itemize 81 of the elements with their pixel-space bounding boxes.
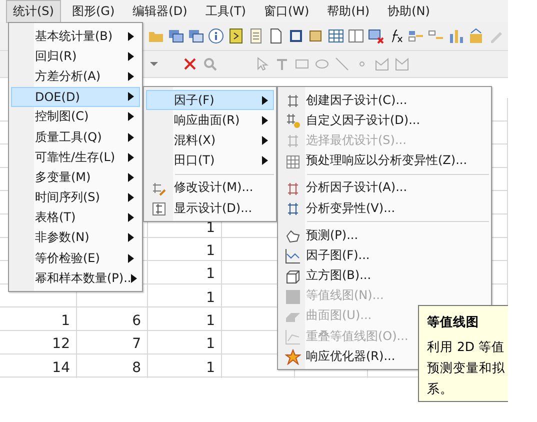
page-icon[interactable] <box>268 28 284 44</box>
tooltip-text: 利用 2D 等值 <box>427 339 506 356</box>
contour-icon <box>285 288 301 305</box>
cube-icon <box>285 268 301 284</box>
line-icon[interactable] <box>334 56 350 72</box>
menu-item[interactable]: 表格(T) <box>11 208 140 228</box>
menu-item[interactable]: 分析因子设计(A)... <box>280 178 412 198</box>
menu-item[interactable]: 编辑器(D) <box>126 0 194 22</box>
menu-item[interactable]: 立方图(B)... <box>280 266 376 286</box>
design-icon <box>285 93 301 109</box>
table-cell-text: 14 <box>51 358 71 378</box>
table-cell-text: 6 <box>131 312 142 331</box>
menu-item[interactable]: 修改设计(M)... <box>146 178 274 198</box>
menu-item[interactable]: 非参数(N) <box>11 228 140 248</box>
menu-item[interactable]: 统计(S) <box>6 0 61 22</box>
tooltip-text: 系。 <box>427 381 454 398</box>
menu-item[interactable]: 回归(R) <box>11 46 140 66</box>
menu-item[interactable]: 质量工具(Q) <box>11 126 140 148</box>
menu-item[interactable]: 响应曲面(R) <box>146 110 274 130</box>
worksheet-icon[interactable] <box>328 28 344 44</box>
text-tool-icon[interactable] <box>274 56 290 72</box>
table-cell-text: 1 <box>205 312 216 331</box>
menu-item[interactable]: 控制图(C) <box>11 106 140 127</box>
table-cell-text: 1 <box>205 242 216 262</box>
menu-item[interactable]: 田口(T) <box>146 150 274 171</box>
overlay-chart-icon <box>285 329 301 346</box>
menu-item[interactable]: 协助(N) <box>380 0 437 22</box>
close-windows-icon[interactable] <box>368 28 384 44</box>
bar-chart-icon[interactable] <box>448 28 464 44</box>
menu-item[interactable]: 图形(G) <box>64 0 122 22</box>
menu-item[interactable]: 时间序列(S) <box>11 188 140 208</box>
menu-item[interactable]: 分析变异性(V)... <box>280 198 400 218</box>
menu-item[interactable]: 工具(T) <box>198 0 253 22</box>
polygon-icon[interactable] <box>374 56 390 72</box>
menu-item[interactable]: 窗口(W) <box>256 0 316 22</box>
table-cell-text: 1 <box>205 288 216 308</box>
menu-item[interactable]: 基本统计量(B) <box>11 26 140 46</box>
menu-item[interactable]: 可靠性/生存(L) <box>11 147 140 168</box>
grid-icon <box>285 154 301 170</box>
table-cell-text: 1 <box>205 358 216 378</box>
table-cell-text: 1 <box>60 312 71 331</box>
menu-item[interactable]: 混料(X) <box>146 130 274 151</box>
frame-icon[interactable] <box>288 28 304 44</box>
table-cell-text: 1 <box>205 335 216 354</box>
table-cell-text: 12 <box>51 335 71 354</box>
line-chart-icon <box>285 248 301 264</box>
menu-item[interactable]: 创建因子设计(C)... <box>280 90 412 110</box>
menu-item[interactable]: 预测(P)... <box>280 225 364 246</box>
menu-item[interactable]: 帮助(H) <box>320 0 377 22</box>
polyline-icon[interactable] <box>394 56 410 72</box>
menu-item[interactable]: DOE(D) <box>11 86 140 107</box>
design-icon <box>285 180 301 197</box>
display-icon <box>151 200 167 217</box>
table-cell-text: 7 <box>131 335 142 354</box>
menu-item[interactable]: 响应优化器(R)... <box>280 346 400 366</box>
menu-item[interactable]: 显示设计(D)... <box>146 198 274 218</box>
prompt-icon[interactable] <box>228 28 244 44</box>
panel-icon[interactable] <box>348 28 364 44</box>
design-icon <box>285 113 301 130</box>
menu-item[interactable]: 预处理响应以分析变异性(Z)... <box>280 150 472 171</box>
menu-item[interactable]: 多变量(M) <box>11 167 140 188</box>
windows-icon[interactable] <box>168 28 184 44</box>
design-icon <box>285 133 301 150</box>
menu-item[interactable]: 因子(F) <box>146 90 274 110</box>
tooltip-text: 预测变量和拟 <box>427 360 506 377</box>
star-icon <box>285 349 301 366</box>
menu-item[interactable]: 幂和样本数量(P).. <box>11 268 140 288</box>
menu-item[interactable]: 因子图(F)... <box>280 245 375 266</box>
table-cell-text: 8 <box>131 358 142 378</box>
modify-icon <box>151 180 167 197</box>
windows-icon[interactable] <box>188 28 204 44</box>
design-icon <box>285 200 301 217</box>
menu-item[interactable]: 自定义因子设计(D)... <box>280 110 426 130</box>
info-icon[interactable] <box>208 28 224 44</box>
table-cell-text: 1 <box>205 265 216 284</box>
menu-item[interactable]: 等价检验(E) <box>11 248 140 268</box>
search-icon[interactable] <box>202 56 218 72</box>
menu-item[interactable]: 方差分析(A) <box>11 66 140 87</box>
table-cell-text: 1 <box>205 218 216 238</box>
tooltip-title: 等值线图 <box>427 314 480 331</box>
delete-icon[interactable] <box>182 56 198 72</box>
